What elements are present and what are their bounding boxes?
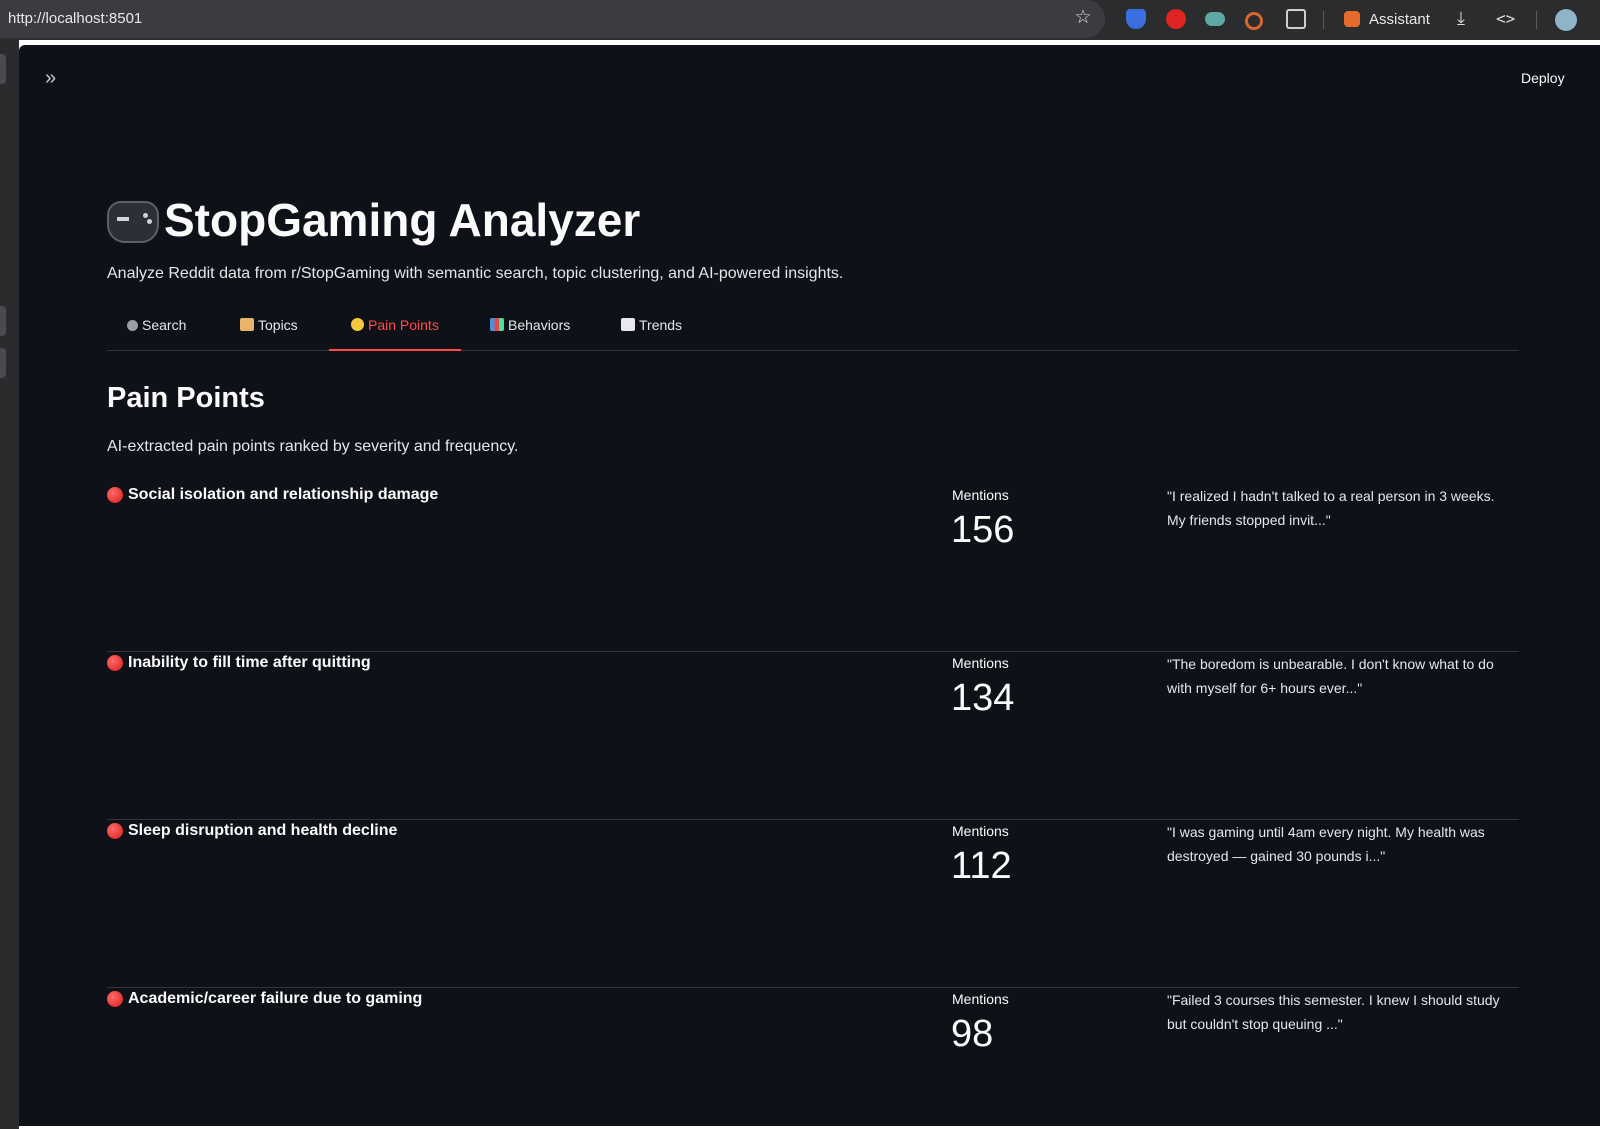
tab-label: Topics (258, 317, 298, 333)
folder-icon (240, 318, 254, 331)
tab-search[interactable]: Search (127, 317, 186, 350)
metric-label: Mentions (952, 991, 1009, 1007)
side-panel-tab[interactable] (0, 306, 6, 336)
bar-chart-icon (490, 318, 504, 331)
magnifier-icon (127, 320, 138, 331)
extensions-puzzle-icon[interactable] (1286, 9, 1306, 29)
tab-pain-points[interactable]: Pain Points (329, 317, 461, 351)
toolbar-divider (1323, 11, 1324, 29)
side-panel-tab[interactable] (0, 348, 6, 378)
tab-behaviors[interactable]: Behaviors (490, 317, 570, 350)
pain-point-row: Inability to fill time after quitting Me… (107, 652, 1519, 820)
page-title-text: StopGaming Analyzer (164, 194, 641, 246)
tab-label: Behaviors (508, 317, 571, 333)
pain-point-row: Social isolation and relationship damage… (107, 484, 1519, 652)
sample-quote: "I realized I hadn't talked to a real pe… (1167, 488, 1495, 528)
address-bar[interactable]: http://localhost:8501 (0, 0, 1105, 38)
toolbar-divider (1536, 11, 1537, 29)
tab-bar: Search Topics Pain Points Behaviors Tren… (107, 303, 1519, 351)
tab-topics[interactable]: Topics (240, 317, 298, 350)
game-controller-icon (107, 201, 159, 243)
pain-point-title: Social isolation and relationship damage (128, 486, 439, 503)
code-icon[interactable]: <> (1496, 9, 1515, 28)
gear-extension-icon[interactable] (1245, 12, 1263, 30)
section-heading: Pain Points (107, 382, 265, 414)
assistant-icon[interactable] (1344, 11, 1360, 27)
face-icon (351, 318, 364, 331)
red-extension-icon[interactable] (1166, 9, 1186, 29)
tab-label: Search (142, 317, 187, 333)
metric-label: Mentions (952, 823, 1009, 839)
sample-quote: "Failed 3 courses this semester. I knew … (1167, 992, 1500, 1032)
tab-label: Trends (639, 317, 683, 333)
metric-label: Mentions (952, 487, 1009, 503)
assistant-button[interactable]: Assistant (1369, 11, 1430, 28)
tab-label: Pain Points (368, 317, 439, 333)
mentions-value: 156 (951, 509, 1015, 551)
pain-point-row: Sleep disruption and health decline Ment… (107, 820, 1519, 988)
red-circle-icon (107, 823, 123, 839)
tab-trends[interactable]: Trends (621, 317, 682, 350)
bookmark-star-icon[interactable]: ☆ (1072, 7, 1094, 29)
profile-avatar[interactable] (1555, 9, 1577, 31)
sample-quote: "The boredom is unbearable. I don't know… (1167, 656, 1494, 696)
red-circle-icon (107, 655, 123, 671)
mentions-value: 112 (951, 845, 1012, 887)
pain-point-title: Academic/career failure due to gaming (128, 990, 423, 1007)
deploy-button[interactable]: Deploy (1521, 70, 1565, 86)
url-text[interactable]: http://localhost:8501 (8, 10, 142, 27)
main-menu-icon[interactable]: ⋮ (1592, 66, 1600, 87)
pain-point-row: Academic/career failure due to gaming Me… (107, 988, 1519, 1108)
left-side-panel (0, 40, 19, 1129)
metric-label: Mentions (952, 655, 1009, 671)
app-container: » Deploy ⋮ StopGaming Analyzer Analyze R… (19, 45, 1600, 1126)
expand-sidebar-icon[interactable]: » (45, 67, 56, 90)
pain-point-title: Inability to fill time after quitting (128, 654, 371, 671)
mentions-value: 134 (951, 677, 1015, 719)
shield-extension-icon[interactable] (1126, 9, 1146, 29)
cloud-extension-icon[interactable] (1205, 12, 1225, 26)
side-panel-tab[interactable] (0, 54, 6, 84)
mentions-value: 98 (951, 1013, 994, 1055)
pain-point-title: Sleep disruption and health decline (128, 822, 398, 839)
section-description: AI-extracted pain points ranked by sever… (107, 438, 519, 455)
sample-quote: "I was gaming until 4am every night. My … (1167, 824, 1485, 864)
browser-toolbar: http://localhost:8501 ☆ Assistant ⤓ <> (0, 0, 1600, 40)
red-circle-icon (107, 991, 123, 1007)
page-subtitle: Analyze Reddit data from r/StopGaming wi… (107, 265, 844, 282)
red-circle-icon (107, 487, 123, 503)
download-icon[interactable]: ⤓ (1457, 8, 1465, 29)
trend-chart-icon (621, 318, 635, 331)
